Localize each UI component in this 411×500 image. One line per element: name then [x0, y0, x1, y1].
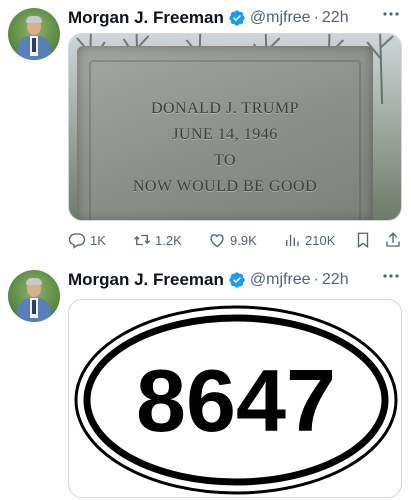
like-count: 9.9K	[230, 232, 257, 248]
tweet[interactable]: Morgan J. Freeman @mjfree · 22h 8647	[0, 262, 411, 500]
more-options-icon[interactable]	[381, 268, 401, 284]
reply-button[interactable]: 1K	[68, 230, 106, 250]
verified-badge-icon	[228, 9, 246, 27]
oval-sticker: 8647	[74, 305, 398, 495]
reply-icon	[68, 233, 86, 249]
tweet-actions: 1K 1.2K 9.9K 210K	[68, 230, 404, 250]
more-options-icon[interactable]	[381, 6, 401, 22]
engraving-line: NOW WOULD BE GOOD	[132, 178, 318, 195]
like-button[interactable]: 9.9K	[208, 230, 257, 250]
timestamp[interactable]: 22h	[322, 9, 349, 27]
engraving-line: TO	[213, 152, 237, 169]
avatar[interactable]	[8, 270, 60, 322]
share-icon	[386, 232, 400, 247]
separator-dot: ·	[313, 271, 319, 288]
retweet-button[interactable]: 1.2K	[133, 230, 182, 250]
separator-dot: ·	[313, 9, 319, 26]
timestamp[interactable]: 22h	[322, 271, 349, 289]
tombstone: DONALD J. TRUMP JUNE 14, 1946 TO NOW WOU…	[77, 46, 373, 220]
views-button[interactable]: 210K	[283, 230, 335, 250]
tweet-media-image[interactable]: 8647	[68, 299, 402, 498]
author-handle[interactable]: @mjfree	[250, 9, 311, 27]
retweet-icon	[134, 234, 150, 246]
avatar[interactable]	[8, 8, 60, 60]
author-name[interactable]: Morgan J. Freeman	[68, 8, 224, 28]
views-count: 210K	[305, 232, 336, 248]
tweet[interactable]: Morgan J. Freeman @mjfree · 22h DONALD J…	[0, 0, 411, 258]
tweet-header: Morgan J. Freeman @mjfree · 22h	[68, 7, 349, 29]
sticker-text: 8647	[136, 351, 336, 450]
tweet-media-image[interactable]: DONALD J. TRUMP JUNE 14, 1946 TO NOW WOU…	[68, 33, 402, 221]
reply-count: 1K	[90, 232, 106, 248]
engraving-line: DONALD J. TRUMP	[150, 100, 300, 117]
author-name[interactable]: Morgan J. Freeman	[68, 270, 224, 290]
bookmark-icon	[357, 232, 369, 249]
tweet-header: Morgan J. Freeman @mjfree · 22h	[68, 269, 349, 291]
views-icon	[286, 234, 299, 246]
heart-icon	[210, 234, 224, 248]
engraving-line: JUNE 14, 1946	[172, 126, 278, 143]
bookmark-button[interactable]	[354, 230, 372, 250]
share-button[interactable]	[384, 230, 402, 250]
retweet-count: 1.2K	[155, 232, 182, 248]
author-handle[interactable]: @mjfree	[250, 271, 311, 289]
verified-badge-icon	[228, 271, 246, 289]
